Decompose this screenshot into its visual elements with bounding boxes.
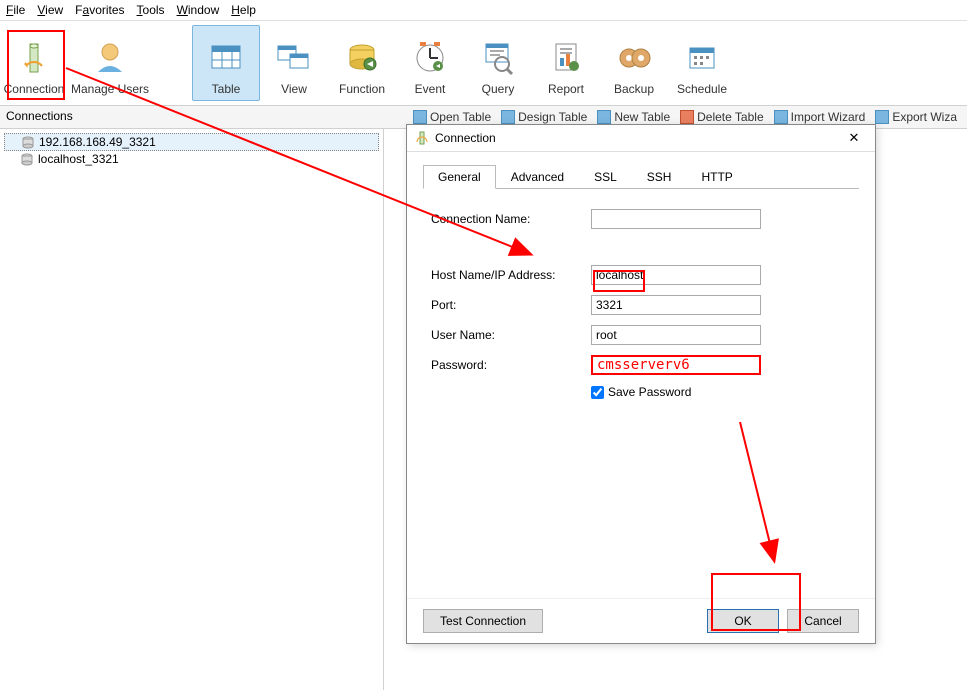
tree-item-label: 192.168.168.49_3321 bbox=[39, 135, 156, 149]
port-label: Port: bbox=[431, 298, 591, 312]
manage-users-button[interactable]: Manage Users bbox=[68, 25, 152, 101]
view-label: View bbox=[281, 82, 307, 96]
menu-bar: File View Favorites Tools Window Help bbox=[0, 0, 967, 21]
tab-http[interactable]: HTTP bbox=[686, 165, 747, 189]
function-icon bbox=[344, 40, 380, 76]
new-table-button[interactable]: New Table bbox=[593, 109, 674, 125]
connection-tree: 192.168.168.49_3321 localhost_3321 bbox=[0, 129, 383, 171]
close-button[interactable]: ✕ bbox=[841, 130, 867, 146]
menu-view[interactable]: View bbox=[37, 3, 63, 17]
password-input[interactable] bbox=[591, 355, 761, 375]
tree-item[interactable]: 192.168.168.49_3321 bbox=[4, 133, 379, 151]
tab-ssh[interactable]: SSH bbox=[632, 165, 687, 189]
delete-table-button[interactable]: Delete Table bbox=[676, 109, 768, 125]
backup-button[interactable]: Backup bbox=[600, 25, 668, 101]
report-button[interactable]: Report bbox=[532, 25, 600, 101]
dialog-body: General Advanced SSL SSH HTTP Connection… bbox=[407, 152, 875, 598]
table-subtoolbar: Open Table Design Table New Table Delete… bbox=[409, 109, 961, 125]
open-table-button[interactable]: Open Table bbox=[409, 109, 495, 125]
dialog-tabs: General Advanced SSL SSH HTTP bbox=[423, 164, 859, 189]
delete-table-icon bbox=[680, 110, 694, 124]
tab-general[interactable]: General bbox=[423, 165, 496, 189]
tree-item[interactable]: localhost_3321 bbox=[4, 151, 379, 167]
tab-ssl[interactable]: SSL bbox=[579, 165, 632, 189]
export-wizard-icon bbox=[875, 110, 889, 124]
user-icon bbox=[92, 40, 128, 76]
view-button[interactable]: View bbox=[260, 25, 328, 101]
import-wizard-button[interactable]: Import Wizard bbox=[770, 109, 870, 125]
save-password-checkbox[interactable] bbox=[591, 386, 604, 399]
port-input[interactable] bbox=[591, 295, 761, 315]
menu-file[interactable]: File bbox=[6, 3, 25, 17]
ok-button[interactable]: OK bbox=[707, 609, 779, 633]
open-table-icon bbox=[413, 110, 427, 124]
query-button[interactable]: Query bbox=[464, 25, 532, 101]
save-password-label: Save Password bbox=[608, 385, 691, 399]
function-label: Function bbox=[339, 82, 385, 96]
query-label: Query bbox=[482, 82, 515, 96]
tree-item-label: localhost_3321 bbox=[38, 152, 119, 166]
manage-users-label: Manage Users bbox=[71, 82, 149, 96]
table-icon bbox=[208, 40, 244, 76]
menu-window[interactable]: Window bbox=[177, 3, 220, 17]
host-label: Host Name/IP Address: bbox=[431, 268, 591, 282]
database-icon bbox=[21, 135, 35, 149]
dialog-footer: Test Connection OK Cancel bbox=[407, 598, 875, 643]
table-label: Table bbox=[212, 82, 241, 96]
main-toolbar: Connection Manage Users Table View Funct… bbox=[0, 21, 967, 106]
cancel-button[interactable]: Cancel bbox=[787, 609, 859, 633]
view-icon bbox=[276, 40, 312, 76]
connection-label: Connection bbox=[4, 82, 65, 96]
dialog-titlebar: Connection ✕ bbox=[407, 125, 875, 152]
connection-icon bbox=[16, 40, 52, 76]
backup-icon bbox=[616, 40, 652, 76]
design-table-button[interactable]: Design Table bbox=[497, 109, 591, 125]
export-wizard-button[interactable]: Export Wiza bbox=[871, 109, 961, 125]
event-icon bbox=[412, 40, 448, 76]
import-wizard-icon bbox=[774, 110, 788, 124]
event-button[interactable]: Event bbox=[396, 25, 464, 101]
query-icon bbox=[480, 40, 516, 76]
function-button[interactable]: Function bbox=[328, 25, 396, 101]
username-label: User Name: bbox=[431, 328, 591, 342]
connection-button[interactable]: Connection bbox=[0, 25, 68, 101]
host-input[interactable] bbox=[591, 265, 761, 285]
backup-label: Backup bbox=[614, 82, 654, 96]
event-label: Event bbox=[415, 82, 446, 96]
password-label: Password: bbox=[431, 358, 591, 372]
username-input[interactable] bbox=[591, 325, 761, 345]
database-icon bbox=[20, 152, 34, 166]
connection-form: Connection Name: Host Name/IP Address: P… bbox=[423, 189, 859, 399]
report-label: Report bbox=[548, 82, 584, 96]
tab-advanced[interactable]: Advanced bbox=[496, 165, 579, 189]
design-table-icon bbox=[501, 110, 515, 124]
connection-name-input[interactable] bbox=[591, 209, 761, 229]
schedule-icon bbox=[684, 40, 720, 76]
new-table-icon bbox=[597, 110, 611, 124]
schedule-button[interactable]: Schedule bbox=[668, 25, 736, 101]
sidebar: 192.168.168.49_3321 localhost_3321 bbox=[0, 129, 384, 690]
menu-tools[interactable]: Tools bbox=[137, 3, 165, 17]
dialog-title: Connection bbox=[435, 131, 835, 145]
connections-title: Connections bbox=[6, 109, 409, 125]
schedule-label: Schedule bbox=[677, 82, 727, 96]
menu-favorites[interactable]: Favorites bbox=[75, 3, 124, 17]
report-icon bbox=[548, 40, 584, 76]
test-connection-button[interactable]: Test Connection bbox=[423, 609, 543, 633]
connection-name-label: Connection Name: bbox=[431, 212, 591, 226]
table-button[interactable]: Table bbox=[192, 25, 260, 101]
dialog-icon bbox=[415, 131, 429, 145]
menu-help[interactable]: Help bbox=[231, 3, 256, 17]
connection-dialog: Connection ✕ General Advanced SSL SSH HT… bbox=[406, 124, 876, 644]
